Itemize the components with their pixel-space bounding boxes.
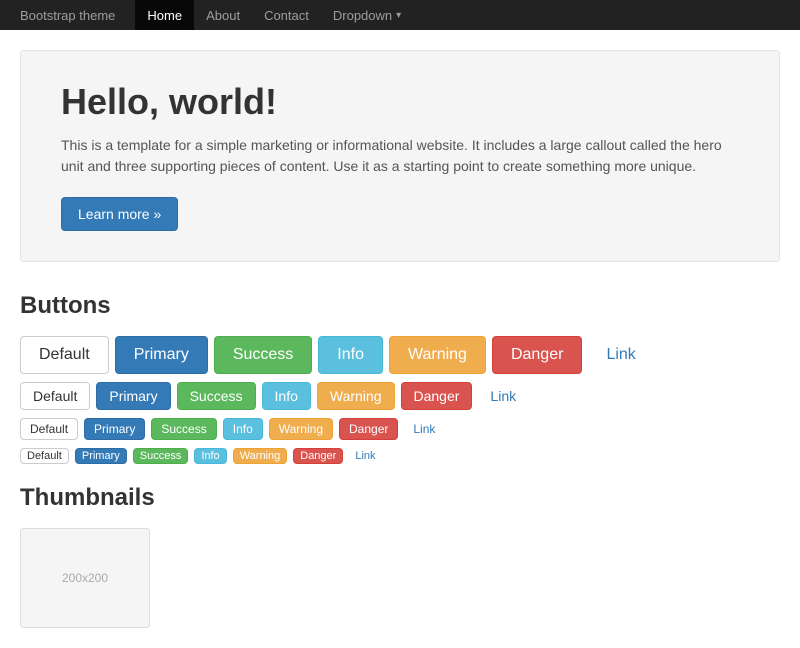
btn-warning-md[interactable]: Warning: [317, 382, 395, 410]
btn-danger-sm[interactable]: Danger: [339, 418, 398, 440]
btn-danger-xs[interactable]: Danger: [293, 448, 343, 464]
btn-info-xs[interactable]: Info: [194, 448, 226, 464]
btn-info-md[interactable]: Info: [262, 382, 311, 410]
btn-warning-xs[interactable]: Warning: [233, 448, 288, 464]
nav-item-contact[interactable]: Contact: [252, 0, 321, 30]
nav-item-dropdown[interactable]: Dropdown ▾: [321, 0, 413, 30]
btn-primary-xs[interactable]: Primary: [75, 448, 127, 464]
btn-primary-sm[interactable]: Primary: [84, 418, 145, 440]
btn-danger-lg[interactable]: Danger: [492, 336, 582, 374]
btn-link-lg[interactable]: Link: [588, 337, 653, 373]
main-content: Hello, world! This is a template for a s…: [20, 30, 780, 648]
button-row-sm: Default Primary Success Info Warning Dan…: [20, 418, 780, 440]
btn-warning-lg[interactable]: Warning: [389, 336, 486, 374]
buttons-title: Buttons: [20, 292, 780, 320]
btn-success-xs[interactable]: Success: [133, 448, 189, 464]
btn-success-sm[interactable]: Success: [151, 418, 216, 440]
learn-more-button[interactable]: Learn more »: [61, 197, 178, 231]
dropdown-label: Dropdown ▾: [333, 8, 401, 23]
btn-warning-sm[interactable]: Warning: [269, 418, 333, 440]
btn-default-sm[interactable]: Default: [20, 418, 78, 440]
button-row-xs: Default Primary Success Info Warning Dan…: [20, 448, 780, 464]
btn-default-md[interactable]: Default: [20, 382, 90, 410]
btn-link-xs[interactable]: Link: [349, 449, 381, 463]
navbar: Bootstrap theme Home About Contact Dropd…: [0, 0, 800, 30]
hero-unit: Hello, world! This is a template for a s…: [20, 50, 780, 262]
hero-description: This is a template for a simple marketin…: [61, 135, 739, 177]
thumbnails-section: Thumbnails 200x200: [20, 484, 780, 628]
thumbnail-label: 200x200: [62, 571, 108, 585]
btn-primary-md[interactable]: Primary: [96, 382, 170, 410]
btn-danger-md[interactable]: Danger: [401, 382, 473, 410]
btn-default-lg[interactable]: Default: [20, 336, 109, 374]
thumbnails-title: Thumbnails: [20, 484, 780, 512]
btn-link-sm[interactable]: Link: [404, 419, 444, 439]
btn-success-md[interactable]: Success: [177, 382, 256, 410]
buttons-section: Buttons Default Primary Success Info War…: [20, 292, 780, 464]
btn-info-sm[interactable]: Info: [223, 418, 263, 440]
navbar-brand[interactable]: Bootstrap theme: [20, 8, 115, 23]
button-row-lg: Default Primary Success Info Warning Dan…: [20, 336, 780, 374]
button-row-md: Default Primary Success Info Warning Dan…: [20, 382, 780, 410]
nav-item-about[interactable]: About: [194, 0, 252, 30]
chevron-down-icon: ▾: [396, 10, 401, 21]
thumbnail-item[interactable]: 200x200: [20, 528, 150, 628]
btn-primary-lg[interactable]: Primary: [115, 336, 208, 374]
btn-default-xs[interactable]: Default: [20, 448, 69, 464]
btn-success-lg[interactable]: Success: [214, 336, 312, 374]
nav-items: Home About Contact Dropdown ▾: [135, 0, 413, 30]
hero-title: Hello, world!: [61, 81, 739, 123]
btn-link-md[interactable]: Link: [478, 383, 528, 409]
nav-item-home[interactable]: Home: [135, 0, 194, 30]
btn-info-lg[interactable]: Info: [318, 336, 383, 374]
